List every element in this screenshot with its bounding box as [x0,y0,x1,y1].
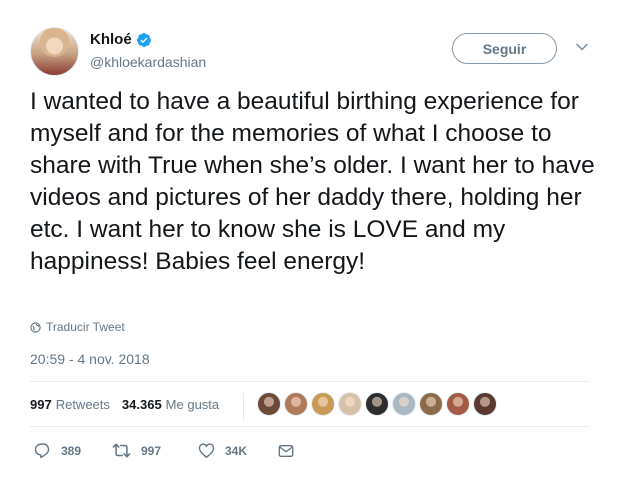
divider [30,381,590,382]
translate-label[interactable]: Traducir Tweet [46,320,125,334]
author-handle[interactable]: @khloekardashian [90,54,206,70]
verified-badge-icon [136,32,151,47]
liker-avatar[interactable] [392,392,416,416]
chevron-down-icon[interactable] [575,40,589,54]
liker-avatar[interactable] [311,392,335,416]
retweets-stat-label: Retweets [55,397,110,412]
like-action[interactable]: 34K [198,442,278,459]
heart-icon [198,443,215,459]
reply-action[interactable]: 389 [34,442,112,459]
liker-avatar[interactable] [419,392,443,416]
tweet-stats: 997 Retweets 34.365 Me gusta [30,397,231,412]
likers-avatars [257,392,500,416]
envelope-icon [278,444,294,457]
retweets-stat[interactable]: 997 Retweets [30,397,110,412]
reply-icon [34,443,50,459]
follow-button[interactable]: Seguir [452,33,557,64]
stats-separator [243,393,244,421]
globe-icon [30,321,41,333]
author-name-row[interactable]: Khloé [90,31,152,48]
tweet-timestamp[interactable]: 20:59 - 4 nov. 2018 [30,351,150,367]
likes-stat-count: 34.365 [121,397,162,412]
direct-message-action[interactable] [278,444,304,458]
liker-avatar[interactable] [446,392,470,416]
translate-tweet-link[interactable]: Traducir Tweet [30,320,125,334]
like-count: 34K [225,443,248,458]
liker-avatar[interactable] [473,392,497,416]
liker-avatar[interactable] [284,392,308,416]
likes-stat-label: Me gusta [165,397,220,412]
liker-avatar[interactable] [338,392,362,416]
tweet-actions: 389 997 34K [34,442,304,459]
avatar[interactable] [30,27,79,76]
reply-count: 389 [61,443,82,458]
retweets-stat-count: 997 [30,397,52,412]
liker-avatar[interactable] [365,392,389,416]
retweet-action[interactable]: 997 [112,442,198,459]
retweet-count: 997 [141,443,162,458]
author-name[interactable]: Khloé [90,31,132,48]
divider [30,426,590,427]
tweet-text: I wanted to have a beautiful birthing ex… [30,88,595,275]
retweet-icon [112,443,131,458]
liker-avatar[interactable] [257,392,281,416]
likes-stat[interactable]: 34.365 Me gusta [122,397,219,412]
